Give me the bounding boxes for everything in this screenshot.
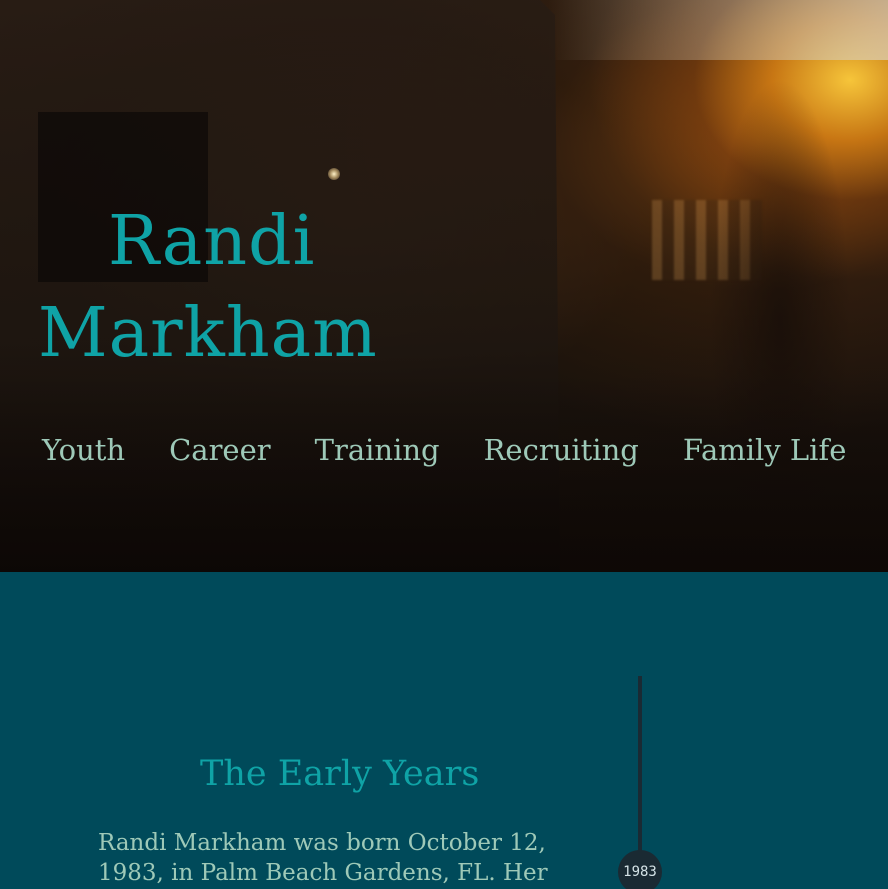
timeline-line: [638, 676, 642, 856]
hero-banner: Randi Markham Youth Career Training Recr…: [0, 0, 888, 572]
nav-link-youth[interactable]: Youth: [42, 433, 125, 467]
hero-sky: [548, 0, 888, 60]
nav-item-youth: Youth: [42, 426, 125, 474]
timeline-year-badge: 1983: [618, 850, 662, 889]
site-title[interactable]: Randi Markham: [38, 196, 438, 380]
nav-item-training: Training: [315, 426, 440, 474]
hero-lamp: [328, 168, 340, 180]
nav-list: Youth Career Training Recruiting Family …: [42, 426, 846, 474]
section-text: Randi Markham was born October 12, 1983,…: [98, 830, 548, 886]
nav-item-family-life: Family Life: [683, 426, 847, 474]
site-title-last: Markham: [38, 294, 378, 373]
nav-item-career: Career: [169, 426, 271, 474]
section-heading: The Early Years: [200, 754, 480, 794]
nav-link-recruiting[interactable]: Recruiting: [484, 433, 639, 467]
main-content: 1983 The Early Years Randi Markham was b…: [0, 572, 888, 889]
nav-item-recruiting: Recruiting: [484, 426, 639, 474]
site-title-first: Randi: [108, 202, 316, 281]
nav-link-family-life[interactable]: Family Life: [683, 433, 847, 467]
nav-link-training[interactable]: Training: [315, 433, 440, 467]
nav-link-career[interactable]: Career: [169, 433, 271, 467]
